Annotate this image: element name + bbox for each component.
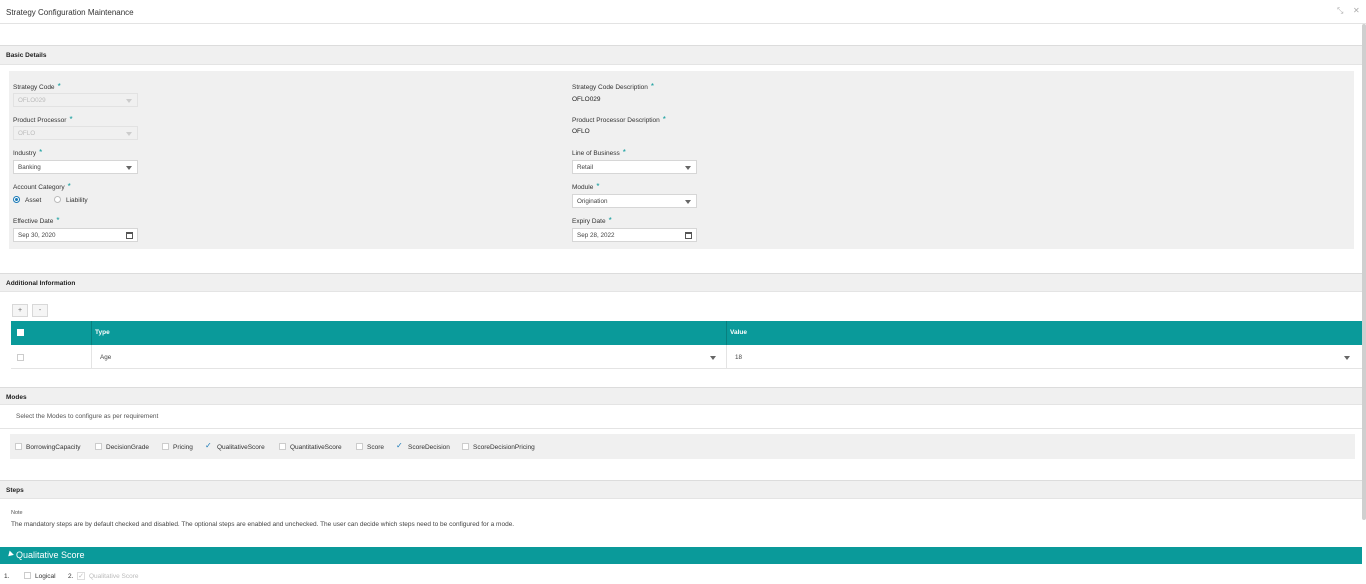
remove-row-button[interactable]: - — [32, 304, 48, 317]
window-titlebar: Strategy Configuration Maintenance ⤡ ✕ — [0, 0, 1366, 24]
chevron-down-icon — [1344, 356, 1350, 360]
account-category-label: Account Category * — [13, 182, 71, 191]
mode-checkbox-pricing[interactable] — [162, 443, 169, 450]
product-processor-description-value: OFLO — [572, 128, 590, 135]
modes-list: BorrowingCapacity DecisionGrade Pricing … — [10, 434, 1355, 459]
mode-checkbox-scoredecision[interactable]: ✓ — [396, 442, 403, 450]
module-select[interactable]: Origination — [572, 194, 697, 208]
product-processor-select: OFLO — [13, 126, 138, 140]
expiry-date-label: Expiry Date * — [572, 216, 612, 225]
mode-label: DecisionGrade — [106, 444, 149, 451]
mode-checkbox-borrowingcapacity[interactable] — [15, 443, 22, 450]
mode-label: QualitativeScore — [217, 444, 265, 451]
mode-label: Score — [367, 444, 384, 451]
strategy-code-label: Strategy Code * — [13, 82, 61, 91]
expiry-date-input[interactable]: Sep 28, 2022 — [572, 228, 697, 242]
section-title: Steps — [6, 487, 24, 494]
mode-checkbox-scoredecisionpricing[interactable] — [462, 443, 469, 450]
mode-checkbox-qualitativescore[interactable]: ✓ — [205, 442, 212, 450]
industry-label: Industry * — [13, 148, 43, 157]
section-title: Modes — [6, 394, 27, 401]
table-row: Age 18 — [11, 345, 1362, 369]
strategy-code-select: OFLO029 — [13, 93, 138, 107]
mode-checkbox-decisiongrade[interactable] — [95, 443, 102, 450]
qualitative-score-panel-header[interactable]: Qualitative Score — [0, 547, 1362, 564]
industry-select[interactable]: Banking — [13, 160, 138, 174]
note-label: Note — [11, 510, 23, 516]
effective-date-input[interactable]: Sep 30, 2020 — [13, 228, 138, 242]
chevron-down-icon — [126, 132, 132, 136]
section-additional-information: Additional Information — [0, 273, 1362, 292]
close-icon[interactable]: ✕ — [1353, 6, 1360, 15]
chevron-down-icon — [126, 99, 132, 103]
step-checkbox-logical[interactable] — [24, 572, 31, 579]
chevron-down-icon — [126, 166, 132, 170]
chevron-down-icon — [710, 356, 716, 360]
add-row-button[interactable]: + — [12, 304, 28, 317]
step-label: Logical — [35, 573, 56, 580]
section-title: Additional Information — [6, 280, 76, 287]
module-label: Module * — [572, 182, 600, 191]
section-modes: Modes — [0, 387, 1362, 405]
radio-asset[interactable] — [13, 196, 20, 203]
qualitative-score-title: Qualitative Score — [16, 550, 85, 560]
radio-liability-label: Liability — [66, 197, 88, 204]
grid-header: Type Value — [11, 321, 1362, 345]
chevron-down-icon — [685, 200, 691, 204]
minimize-icon[interactable]: ⤡ — [1337, 6, 1343, 16]
product-processor-label: Product Processor * — [13, 115, 73, 124]
step-index: 2. — [68, 573, 74, 580]
chevron-down-icon — [685, 166, 691, 170]
step-index: 1. — [4, 573, 10, 580]
mode-checkbox-quantitativescore[interactable] — [279, 443, 286, 450]
mode-checkbox-score[interactable] — [356, 443, 363, 450]
column-value: Value — [730, 329, 747, 336]
mode-label: BorrowingCapacity — [26, 444, 81, 451]
collapse-triangle-icon[interactable] — [6, 550, 14, 559]
row-checkbox[interactable] — [17, 354, 24, 361]
strategy-code-description-label: Strategy Code Description * — [572, 82, 654, 91]
type-select[interactable]: Age — [95, 350, 722, 364]
vertical-scrollbar[interactable] — [1362, 24, 1366, 520]
radio-asset-label: Asset — [25, 197, 42, 204]
product-processor-description-label: Product Processor Description * — [572, 115, 666, 124]
calendar-icon[interactable] — [685, 232, 692, 239]
window-title: Strategy Configuration Maintenance — [6, 8, 134, 17]
section-basic-details: Basic Details — [0, 45, 1362, 65]
mode-label: ScoreDecision — [408, 444, 450, 451]
line-of-business-select[interactable]: Retail — [572, 160, 697, 174]
calendar-icon[interactable] — [126, 232, 133, 239]
strategy-code-description-value: OFLO029 — [572, 96, 601, 103]
note-text: The mandatory steps are by default check… — [11, 521, 515, 528]
mode-label: ScoreDecisionPricing — [473, 444, 535, 451]
section-title: Basic Details — [6, 52, 47, 59]
radio-liability[interactable] — [54, 196, 61, 203]
step-label: Qualitative Score — [89, 573, 139, 580]
modes-instruction: Select the Modes to configure as per req… — [16, 413, 159, 420]
select-all-checkbox[interactable] — [17, 329, 24, 336]
section-steps: Steps — [0, 480, 1362, 499]
step-checkbox-qualitative-score: ✓ — [77, 572, 85, 580]
column-type: Type — [95, 329, 110, 336]
line-of-business-label: Line of Business * — [572, 148, 626, 157]
mode-label: QuantitativeScore — [290, 444, 342, 451]
mode-label: Pricing — [173, 444, 193, 451]
effective-date-label: Effective Date * — [13, 216, 60, 225]
value-select[interactable]: 18 — [730, 350, 1356, 364]
